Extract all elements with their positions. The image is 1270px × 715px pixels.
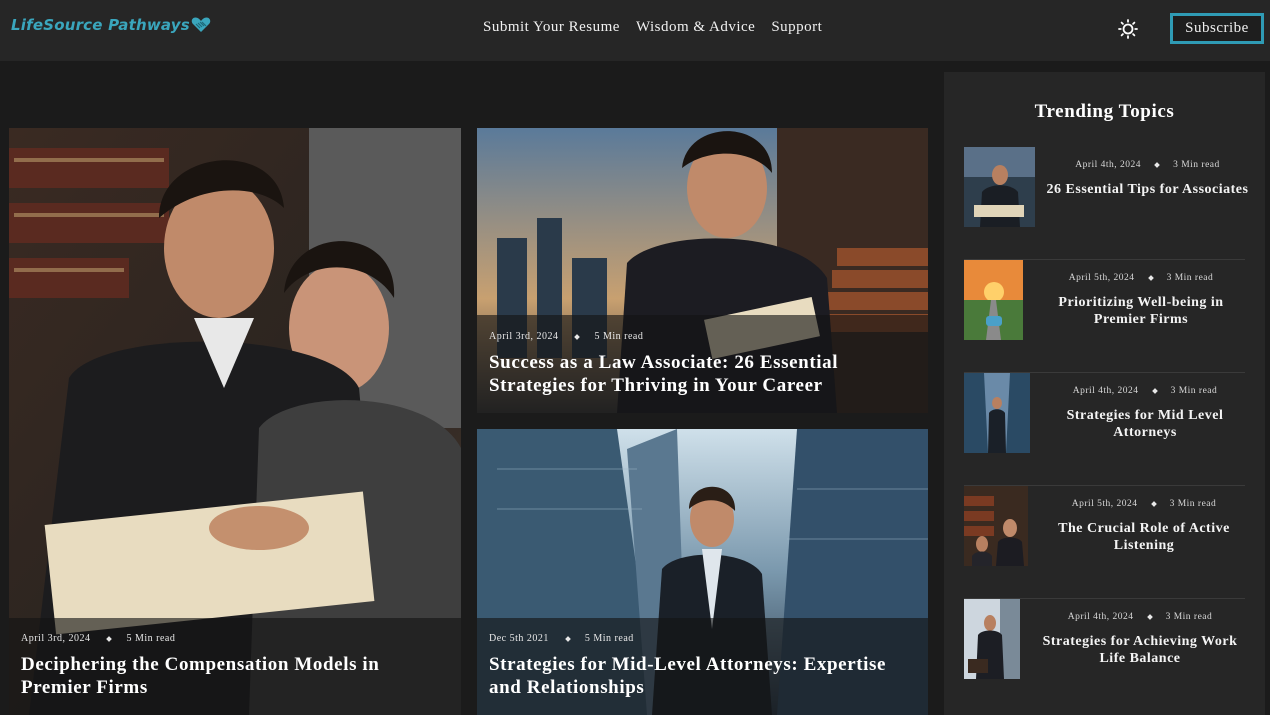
trending-sidebar: Trending Topics April 4th, 2024 3 Min re… [944, 72, 1265, 715]
trending-title[interactable]: 26 Essential Tips for Associates [1044, 181, 1251, 198]
trending-date: April 4th, 2024 [1072, 386, 1139, 396]
trending-meta: April 4th, 2024 3 Min read [1030, 612, 1250, 622]
separator-icon [565, 635, 571, 642]
card-title[interactable]: Deciphering the Compensation Models in P… [21, 653, 449, 699]
card-date: April 3rd, 2024 [21, 633, 91, 644]
separator-icon [106, 635, 113, 642]
card-caption: April 3rd, 2024 5 Min read Deciphering t… [9, 618, 461, 715]
card-date: April 3rd, 2024 [489, 331, 559, 342]
separator-icon [1150, 501, 1157, 507]
trending-meta: April 4th, 2024 3 Min read [1044, 160, 1251, 170]
trending-thumbnail [964, 599, 1020, 679]
trending-date: April 4th, 2024 [1067, 612, 1134, 622]
trending-meta: April 5th, 2024 3 Min read [1033, 273, 1249, 283]
subscribe-button[interactable]: Subscribe [1170, 13, 1264, 44]
featured-card-main[interactable]: April 3rd, 2024 5 Min read Deciphering t… [9, 128, 461, 715]
separator-icon [1151, 388, 1158, 394]
separator-icon [1146, 614, 1153, 620]
trending-date: April 4th, 2024 [1075, 160, 1142, 170]
site-logo[interactable]: LifeSource Pathways [11, 16, 211, 34]
trending-date: April 5th, 2024 [1068, 273, 1135, 283]
card-meta: April 3rd, 2024 5 Min read [21, 633, 449, 644]
card-read-time: 5 Min read [126, 633, 176, 644]
trending-thumbnail [964, 486, 1028, 566]
card-caption: Dec 5th 2021 5 Min read Strategies for M… [477, 618, 928, 715]
separator-icon [574, 333, 581, 340]
trending-thumbnail [964, 260, 1023, 340]
trending-date: April 5th, 2024 [1071, 499, 1138, 509]
trending-body: April 4th, 2024 3 Min read Strategies fo… [1040, 386, 1250, 441]
featured-card-secondary[interactable]: April 3rd, 2024 5 Min read Success as a … [477, 128, 928, 413]
card-read-time: 5 Min read [594, 331, 644, 342]
card-title[interactable]: Strategies for Mid-Level Attorneys: Expe… [489, 653, 916, 699]
trending-item[interactable]: April 5th, 2024 3 Min read The Crucial R… [964, 486, 1245, 599]
trending-read-time: 3 Min read [1170, 386, 1218, 396]
trending-read-time: 3 Min read [1173, 160, 1220, 170]
trending-body: April 5th, 2024 3 Min read The Crucial R… [1038, 499, 1250, 554]
trending-meta: April 4th, 2024 3 Min read [1040, 386, 1250, 396]
trending-body: April 4th, 2024 3 Min read Strategies fo… [1030, 612, 1250, 667]
trending-thumbnail [964, 147, 1035, 227]
trending-read-time: 3 Min read [1165, 612, 1213, 622]
card-read-time: 5 Min read [584, 633, 634, 644]
trending-title[interactable]: Prioritizing Well-being in Premier Firms [1033, 294, 1249, 328]
trending-title[interactable]: Strategies for Achieving Work Life Balan… [1030, 633, 1250, 667]
card-meta: Dec 5th 2021 5 Min read [489, 633, 916, 644]
featured-card-tertiary[interactable]: Dec 5th 2021 5 Min read Strategies for M… [477, 429, 928, 715]
site-header: LifeSource Pathways Submit Your Resume W… [0, 0, 1270, 61]
heart-hands-icon [191, 17, 211, 32]
trending-body: April 5th, 2024 3 Min read Prioritizing … [1033, 273, 1249, 328]
trending-item[interactable]: April 5th, 2024 3 Min read Prioritizing … [964, 260, 1245, 373]
card-date: Dec 5th 2021 [489, 633, 549, 644]
card-caption: April 3rd, 2024 5 Min read Success as a … [477, 315, 928, 413]
trending-item[interactable]: April 4th, 2024 3 Min read Strategies fo… [964, 373, 1245, 486]
nav-wisdom-advice[interactable]: Wisdom & Advice [636, 19, 755, 36]
separator-icon [1154, 162, 1160, 168]
trending-title[interactable]: Strategies for Mid Level Attorneys [1040, 407, 1250, 441]
card-title[interactable]: Success as a Law Associate: 26 Essential… [489, 351, 916, 397]
trending-item[interactable]: April 4th, 2024 3 Min read 26 Essential … [964, 147, 1248, 260]
nav-submit-resume[interactable]: Submit Your Resume [483, 19, 620, 36]
trending-thumbnail [964, 373, 1030, 453]
sidebar-title: Trending Topics [1034, 101, 1175, 122]
trending-read-time: 3 Min read [1166, 273, 1214, 283]
card-meta: April 3rd, 2024 5 Min read [489, 331, 916, 342]
main-nav: Submit Your Resume Wisdom & Advice Suppo… [483, 19, 822, 36]
sun-icon[interactable] [1118, 19, 1138, 39]
logo-text: LifeSource Pathways [11, 16, 190, 34]
trending-title[interactable]: The Crucial Role of Active Listening [1038, 520, 1250, 554]
trending-body: April 4th, 2024 3 Min read 26 Essential … [1044, 160, 1251, 198]
trending-read-time: 3 Min read [1169, 499, 1217, 509]
nav-support[interactable]: Support [771, 19, 822, 36]
trending-item[interactable]: April 4th, 2024 3 Min read Strategies fo… [964, 599, 1245, 712]
separator-icon [1147, 275, 1154, 281]
trending-meta: April 5th, 2024 3 Min read [1038, 499, 1250, 509]
